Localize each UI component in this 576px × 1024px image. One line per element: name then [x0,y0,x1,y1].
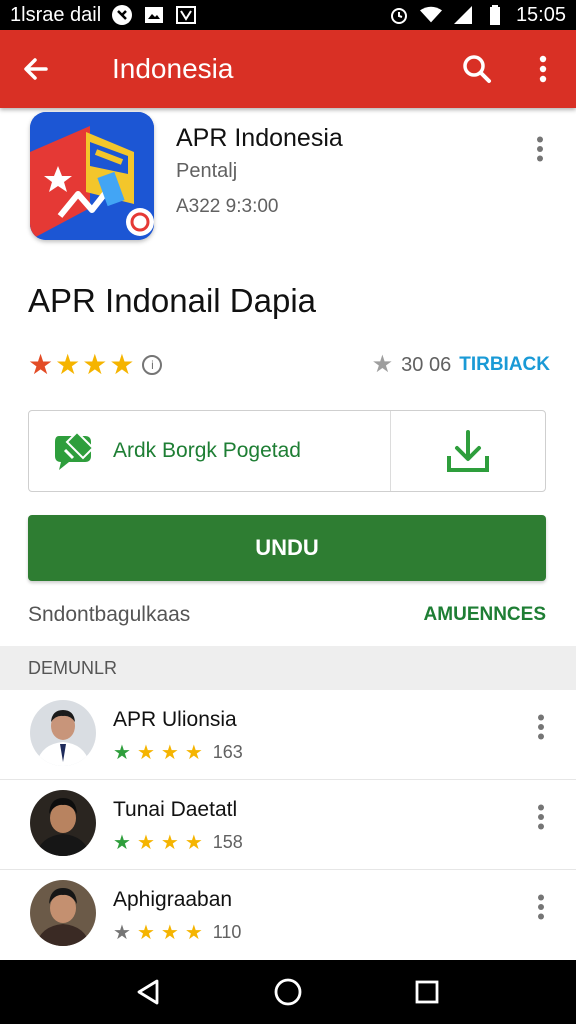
star-icon: ★ [113,741,131,764]
action-share-button[interactable]: Ardk Borgk Pogetad [29,411,391,491]
back-nav-icon [137,979,159,1005]
recents-nav-icon [415,980,439,1004]
more-vert-icon [538,804,544,830]
avatar [30,880,96,946]
app-bar: Indonesia [0,30,576,108]
back-arrow-icon [24,58,48,80]
rating-count: 30 06 [401,353,452,376]
chat-icon [55,430,95,470]
list-item-count: 110 [212,922,242,942]
star-icon: ★ [184,831,203,854]
page-heading: APR Indonail Dapia [28,282,317,319]
star-icon: ★ [136,921,155,944]
list-item[interactable]: Aphigraaban ★ ★ ★ ★ 110 [0,870,576,960]
alarm-icon [388,5,410,25]
avatar [30,790,96,856]
star-icon: ★ [113,921,131,944]
search-button[interactable] [444,30,510,108]
home-nav-icon [274,978,302,1006]
app-developer[interactable]: Pentalj [176,160,237,183]
app-name: APR Indonesia [176,124,343,152]
install-button[interactable]: UNDU [28,515,546,581]
clock: 15:05 [515,3,566,26]
nav-back-button[interactable] [127,970,171,1014]
signal-icon [452,5,474,25]
star-icon: ★ [136,831,155,854]
star-icon: ★ [82,349,108,380]
info-icon[interactable]: i [142,355,163,375]
rating-stars: ★ ★ ★ ★ [28,351,134,379]
list-item-rating: ★ ★ ★ ★ 110 [113,922,241,943]
battery-icon [484,5,506,25]
star-icon: ★ [160,741,179,764]
download-icon [447,430,489,472]
star-icon: ★ [184,741,203,764]
list-item-rating: ★ ★ ★ ★ 163 [113,742,243,763]
avatar [30,700,96,766]
star-icon: ★ [371,351,394,378]
list-item-more-button[interactable] [526,890,556,924]
section-header: DEMUNLR [0,646,576,690]
more-vert-icon [539,55,547,83]
overflow-menu-button[interactable] [510,30,576,108]
download-button[interactable] [391,411,545,491]
wifi-icon [419,5,442,25]
nav-home-button[interactable] [266,970,310,1014]
back-button[interactable] [0,30,72,108]
list-item-count: 163 [212,742,243,762]
app-icon [30,112,154,240]
list-item-rating: ★ ★ ★ ★ 158 [113,832,243,853]
settings-notification-icon [111,5,133,25]
more-vert-icon [538,714,544,740]
star-icon: ★ [160,921,179,944]
list-item-name: Tunai Daetatl [113,798,238,821]
carrier-text: 1lsrae dail [10,3,102,26]
list-item-name: APR Ulionsia [113,708,237,731]
list-item-more-button[interactable] [526,710,556,744]
sub-row-text: Sndontbagulkaas [28,603,191,626]
star-icon: ★ [184,921,203,944]
sub-row-link[interactable]: AMUENNCES [424,604,546,626]
image-notification-icon [143,5,165,25]
star-icon: ★ [55,349,81,380]
app-more-button[interactable] [524,132,556,166]
star-icon: ★ [160,831,179,854]
sub-row: Sndontbagulkaas AMUENNCES [28,600,546,630]
list-item-more-button[interactable] [526,800,556,834]
list-item[interactable]: APR Ulionsia ★ ★ ★ ★ 163 [0,690,576,780]
app-notification-icon [175,5,197,25]
action-box: Ardk Borgk Pogetad [28,410,546,492]
section-title: DEMUNLR [28,657,118,678]
trailer-link[interactable]: TIRBIACK [459,354,550,376]
status-bar: 1lsrae dail 15:05 [0,0,576,30]
app-list: APR Ulionsia ★ ★ ★ ★ 163 Tunai Daetatl ★… [0,690,576,960]
rating-row: ★ ★ ★ ★ i ★ 30 06 TIRBIACK [28,348,550,382]
navigation-bar [0,960,576,1024]
search-icon [463,55,491,83]
more-vert-icon [538,894,544,920]
more-vert-icon [537,136,543,162]
star-icon: ★ [109,349,135,380]
nav-recents-button[interactable] [405,970,449,1014]
star-icon: ★ [136,741,155,764]
star-icon: ★ [28,349,54,380]
list-item-count: 158 [212,832,243,852]
list-item[interactable]: Tunai Daetatl ★ ★ ★ ★ 158 [0,780,576,870]
list-item-name: Aphigraaban [113,888,233,911]
star-icon: ★ [113,831,131,854]
app-meta: A322 9:3:00 [176,196,279,217]
action-label: Ardk Borgk Pogetad [113,439,301,462]
app-bar-title: Indonesia [112,53,234,84]
